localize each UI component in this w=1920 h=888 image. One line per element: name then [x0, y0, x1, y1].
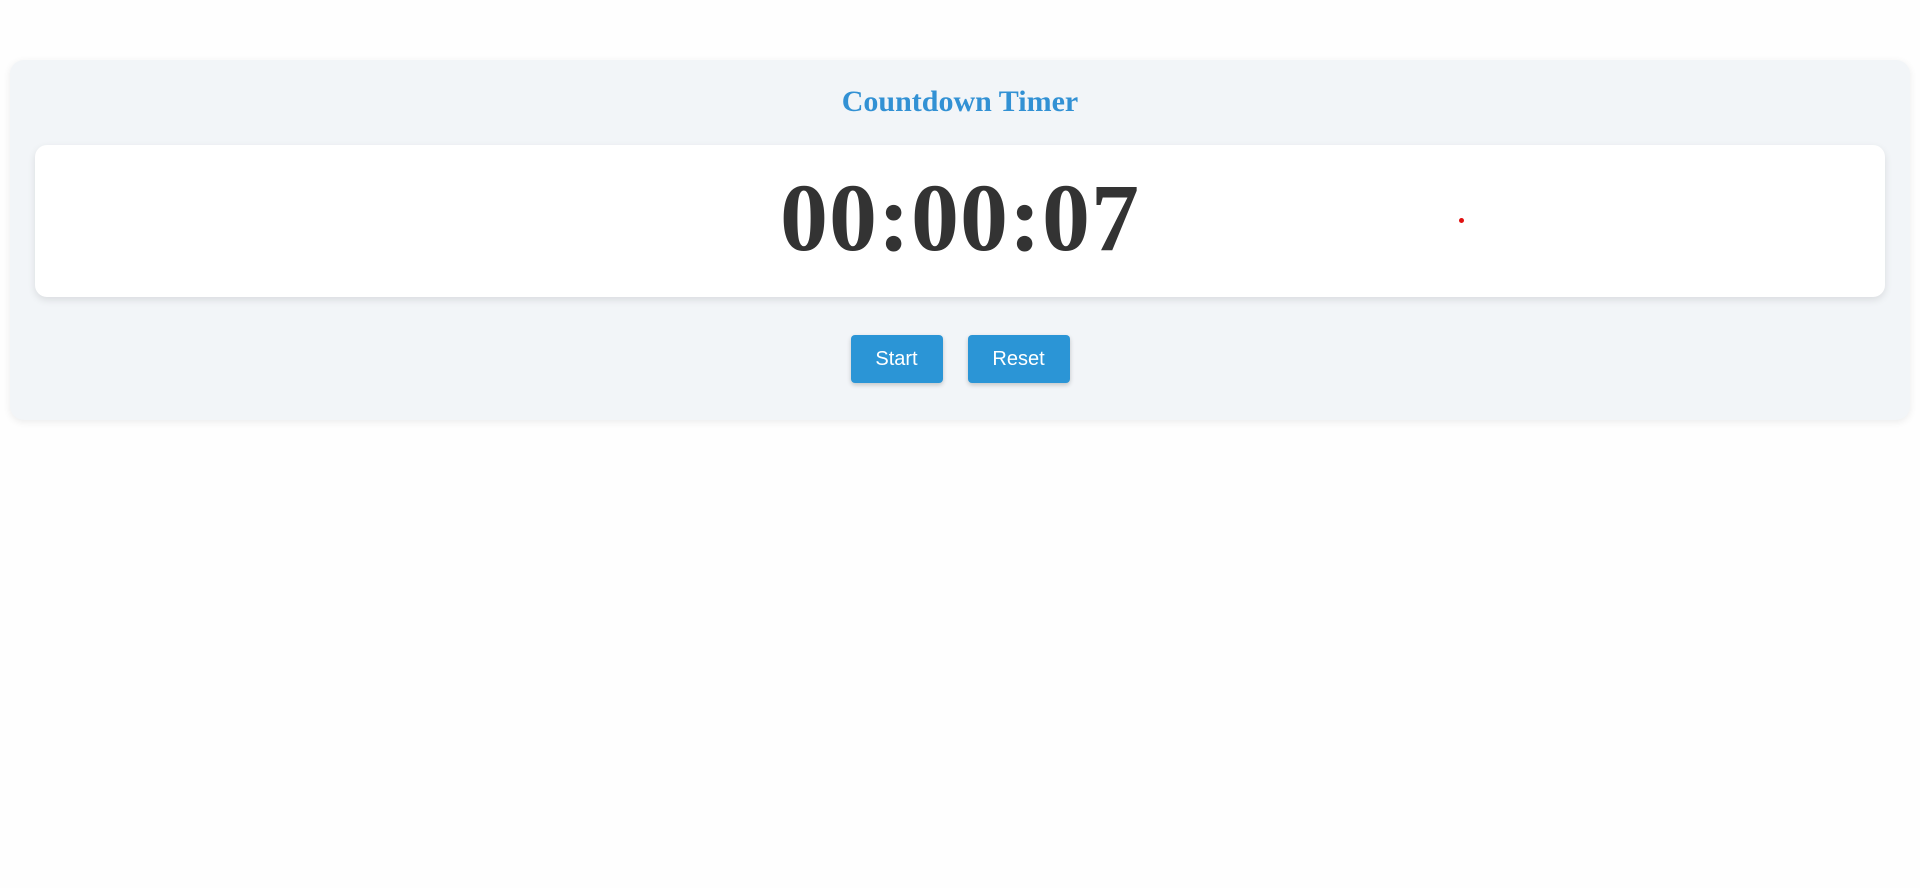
reset-button[interactable]: Reset [967, 335, 1070, 383]
timer-card: Countdown Timer 00:00:07 Start Reset [10, 60, 1910, 420]
start-button[interactable]: Start [850, 335, 943, 383]
page-title: Countdown Timer [841, 85, 1079, 118]
button-row: Start Reset [10, 335, 1910, 383]
time-readout: 00:00:07 [780, 164, 1140, 271]
timer-display-panel: 00:00:07 [35, 145, 1885, 297]
red-dot-indicator [1459, 218, 1464, 223]
